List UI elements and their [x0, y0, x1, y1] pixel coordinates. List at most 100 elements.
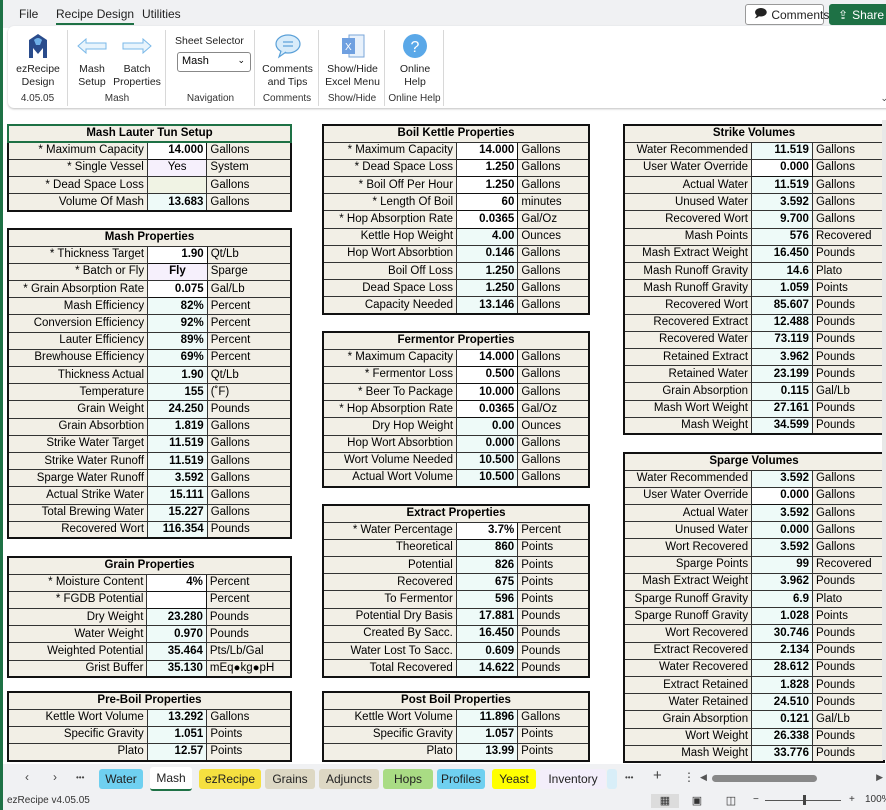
zoom-level[interactable]: 100% [865, 794, 886, 805]
table-title[interactable]: Mash Lauter Tun Setup [7, 123, 292, 144]
row-label: Actual Strike Water [7, 486, 149, 505]
table-row: Dead Space Loss 1.250 Gallons [322, 279, 590, 298]
tab-prev-button[interactable]: ‹ [25, 770, 29, 784]
row-unit: Gallons [206, 193, 292, 212]
add-sheet-button[interactable]: + [653, 767, 662, 784]
row-value: 3.962 [751, 347, 813, 367]
table-title[interactable]: Mash Properties [7, 228, 292, 247]
ribbon-collapse-icon[interactable]: ⌄ [880, 93, 886, 104]
mash-setup-button[interactable]: Mash Setup [73, 32, 111, 89]
horizontal-scrollbar[interactable]: ◀ ▶ [700, 772, 886, 783]
row-unit: minutes [517, 193, 590, 212]
batch-properties-button[interactable]: Batch Properties [111, 32, 163, 89]
comments-tips-button[interactable]: Comments and Tips [258, 32, 317, 89]
menu-utilities[interactable]: Utilities [142, 7, 181, 21]
comments-tips-line1: Comments [262, 63, 313, 75]
sheet-tab-mash[interactable]: Mash [150, 767, 192, 791]
row-input[interactable]: 3.7% [455, 521, 519, 540]
scroll-left-icon[interactable]: ◀ [700, 772, 707, 783]
row-input[interactable]: 1.250 [456, 176, 519, 195]
table-title[interactable]: Grain Properties [7, 556, 292, 575]
row-value: 11.519 [147, 434, 208, 453]
row-value: 9.700 [751, 210, 813, 229]
sheet-tab-hidden[interactable] [607, 769, 617, 789]
row-unit: Pounds [811, 244, 885, 264]
sheet-tab-grains[interactable]: Grains [265, 769, 315, 789]
sheet-tab-ezrecipe[interactable]: ezRecipe [199, 769, 261, 789]
menu-recipe-design[interactable]: Recipe Design [56, 7, 135, 25]
row-input[interactable]: 14.000 [146, 141, 208, 160]
row-input[interactable]: 10.000 [456, 383, 519, 402]
scroll-right-icon[interactable]: ▶ [876, 772, 883, 783]
row-input[interactable]: 1.90 [147, 245, 208, 264]
share-button[interactable]: ⇪ Share [829, 4, 886, 25]
row-input[interactable]: 0.500 [456, 365, 519, 385]
row-input[interactable]: 0.0365 [456, 210, 519, 229]
normal-view-icon[interactable]: ▦ [651, 794, 679, 808]
ezrecipe-design-button[interactable]: ezRecipe Design [12, 32, 64, 89]
table-row: Strike Water Target 11.519 Gallons [7, 434, 292, 453]
row-unit: Gallons [517, 383, 590, 402]
row-label: Capacity Needed [322, 296, 458, 315]
zoom-slider-thumb[interactable] [803, 795, 806, 805]
row-value: 0.609 [455, 641, 519, 661]
row-input[interactable]: 0.075 [147, 280, 208, 299]
table-row: Hop Wort Absorbtion 0.146 Gallons [322, 244, 590, 264]
table-title[interactable]: Pre-Boil Properties [7, 691, 292, 710]
row-input[interactable]: 0.000 [751, 486, 813, 506]
row-label: Unused Water [623, 193, 753, 212]
sheet-tab-inventory[interactable]: Inventory [540, 769, 606, 789]
row-input[interactable]: Fly [147, 262, 208, 282]
row-input[interactable]: 60 [456, 193, 519, 212]
row-label: Boil Off Loss [322, 261, 458, 281]
row-value: 675 [455, 573, 519, 592]
row-unit: Points [517, 556, 590, 575]
row-input[interactable]: 4% [146, 573, 207, 592]
table-title[interactable]: Sparge Volumes [623, 452, 885, 471]
row-value: 16.450 [751, 244, 813, 264]
tab-options-icon[interactable]: ⋮ [683, 770, 695, 784]
row-label: Grain Absorbtion [7, 417, 149, 436]
page-break-icon[interactable]: ◫ [721, 794, 741, 808]
tab-next-button[interactable]: › [53, 770, 57, 784]
row-input[interactable]: 0.0365 [456, 400, 519, 419]
table-title[interactable]: Strike Volumes [623, 124, 885, 143]
row-input[interactable]: 14.000 [456, 141, 519, 160]
tab-overflow-button[interactable]: ••• [625, 773, 633, 782]
menu-file[interactable]: File [19, 7, 38, 21]
row-input[interactable]: 0.000 [751, 158, 813, 178]
row-input[interactable]: Yes [146, 158, 208, 178]
row-input[interactable]: 1.250 [456, 158, 519, 178]
row-input[interactable] [146, 590, 207, 610]
row-label: Created By Sacc. [322, 624, 457, 644]
table-title[interactable]: Extract Properties [322, 504, 590, 523]
zoom-in-button[interactable]: + [849, 794, 855, 805]
tab-more-button[interactable]: ••• [76, 773, 84, 782]
row-value: 576 [751, 227, 813, 246]
sheet-tab-yeast[interactable]: Yeast [492, 769, 536, 789]
sheet-tab-hops[interactable]: Hops [383, 769, 433, 789]
row-input[interactable] [146, 176, 208, 195]
worksheet[interactable]: Mash Lauter Tun Setup * Maximum Capacity 1… [3, 118, 886, 764]
table-title[interactable]: Boil Kettle Properties [322, 124, 590, 143]
sheet-tab-water[interactable]: Water [99, 769, 143, 789]
row-unit: Gal/Lb [206, 280, 292, 299]
table-title[interactable]: Fermentor Properties [322, 331, 590, 350]
table-title[interactable]: Post Boil Properties [322, 691, 590, 710]
page-layout-icon[interactable]: ▣ [687, 794, 707, 808]
table-row: Actual Strike Water 15.111 Gallons [7, 486, 292, 505]
scrollbar-thumb[interactable] [712, 775, 817, 782]
sheet-selector-dropdown[interactable]: Mash ⌄ [177, 52, 251, 72]
row-unit: Gallons [811, 538, 885, 557]
row-value: 30.746 [751, 624, 813, 643]
show-hide-excel-button[interactable]: X Show/Hide Excel Menu [322, 32, 383, 89]
svg-text:X: X [345, 42, 352, 53]
row-unit: Gallons [206, 503, 292, 522]
comments-button[interactable]: 🗩 Comments [745, 4, 829, 25]
sheet-tab-profiles[interactable]: Profiles [437, 769, 485, 789]
row-input[interactable]: 14.000 [456, 348, 519, 367]
sheet-tab-adjuncts[interactable]: Adjuncts [319, 769, 379, 789]
zoom-out-button[interactable]: − [753, 794, 759, 805]
vertical-scrollbar[interactable] [882, 120, 886, 760]
online-help-button[interactable]: ? Online Help [388, 32, 442, 89]
